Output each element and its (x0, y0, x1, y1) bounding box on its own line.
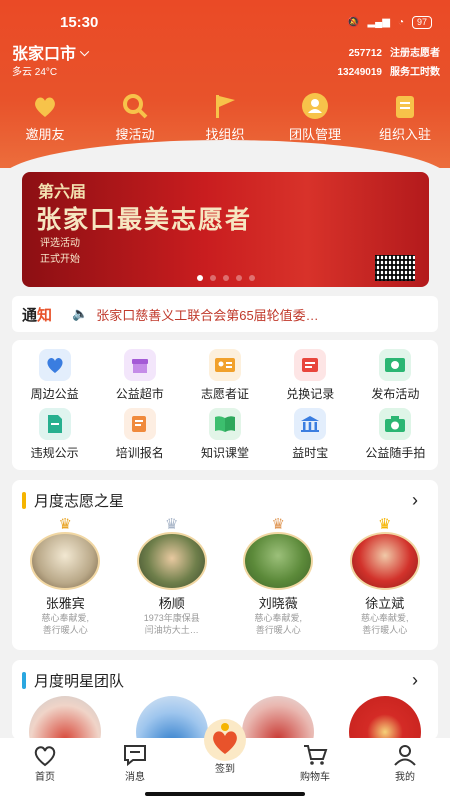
grid-exchange-records[interactable]: 兑换记录 (268, 346, 353, 405)
star-person[interactable]: ♛ 杨顺 1973年康保县 闫油坊大土… (127, 516, 217, 636)
tab-home[interactable]: 首页 (10, 742, 80, 783)
mute-icon: 🔕 (347, 16, 360, 28)
tab-checkin[interactable]: 签到 (190, 719, 260, 775)
search-icon (121, 92, 149, 120)
tab-messages[interactable]: 消息 (100, 742, 170, 783)
notice-text[interactable]: 张家口慈善义工联合会第65届轮值委… (96, 305, 376, 324)
tab-cart[interactable]: 购物车 (280, 742, 350, 783)
invite-icon (31, 92, 59, 120)
grid-time-bank[interactable]: 益时宝 (268, 405, 353, 464)
crown-icon: ♛ (165, 516, 179, 533)
id-card-icon (208, 349, 241, 381)
nav-org-join[interactable]: 组织入驻 (365, 92, 445, 143)
grid-nearby-charity[interactable]: 周边公益 (12, 346, 97, 405)
profile-icon (392, 742, 418, 768)
volunteer-label: 注册志愿者 (390, 48, 440, 59)
grid-training-signup[interactable]: 培训报名 (97, 405, 182, 464)
volunteer-count: 257712 (348, 48, 382, 59)
chevron-right-icon[interactable]: › (412, 670, 418, 691)
ticket-icon (294, 349, 327, 381)
city-name: 张家口市 (12, 46, 77, 63)
city-selector[interactable]: 张家口市 ⌵ (12, 40, 89, 64)
banner-subtitle-1: 评选活动 (40, 238, 80, 249)
feature-grid: 周边公益 公益超市 志愿者证 兑换记录 发布活动 违规公示 培训报名 知识课堂 … (12, 340, 438, 470)
notice-bar[interactable]: 通知 🔈 张家口慈善义工联合会第65届轮值委… (12, 296, 438, 332)
nav-invite[interactable]: 邀朋友 (5, 92, 85, 143)
nav-search-activity[interactable]: 搜活动 (95, 92, 175, 143)
star-list: ♛ 张雅宾 慈心奉献爱, 善行暖人心 ♛ 杨顺 1973年康保县 闫油坊大土… … (12, 516, 438, 636)
cart-icon (302, 742, 328, 768)
battery-icon: 97 (411, 15, 432, 29)
hours-count: 13249019 (337, 67, 383, 78)
grid-publish-activity[interactable]: 发布活动 (353, 346, 438, 405)
carousel-dots[interactable] (196, 275, 255, 281)
shop-icon (123, 349, 156, 381)
banner-title: 张家口最美志愿者 (36, 205, 253, 234)
avatar (136, 532, 207, 590)
star-person[interactable]: ♛ 张雅宾 慈心奉献爱, 善行暖人心 (20, 516, 110, 636)
chevron-right-icon[interactable]: › (412, 490, 418, 511)
weather: 多云 24°C (12, 67, 58, 78)
stats: 257712 注册志愿者 13249019 服务工时数 (338, 44, 441, 82)
star-person[interactable]: ♛ 刘晓薇 慈心奉献爱, 善行暖人心 (233, 516, 323, 636)
carousel-dot[interactable] (196, 275, 203, 281)
carousel-dot[interactable] (248, 275, 255, 281)
grid-volunteer-card[interactable]: 志愿者证 (182, 346, 267, 405)
carousel-dot[interactable] (209, 275, 216, 281)
crown-icon: ♛ (271, 516, 285, 533)
star-person[interactable]: ♛ 徐立斌 慈心奉献爱, 善行暖人心 (340, 516, 430, 636)
signal-icon: ▂▄▆ (367, 16, 390, 28)
checkin-icon (202, 719, 248, 761)
hours-label: 服务工时数 (390, 67, 440, 78)
carousel-dot[interactable] (222, 275, 229, 281)
grid-charity-snapshot[interactable]: 公益随手拍 (353, 405, 438, 464)
chevron-down-icon: ⌵ (80, 44, 90, 59)
camera-icon (379, 408, 412, 440)
carousel-dot[interactable] (235, 275, 242, 281)
document-icon (38, 408, 71, 440)
banner-subtitle-2: 正式开始 (40, 254, 80, 265)
promo-banner[interactable]: 第六届 张家口最美志愿者 评选活动 正式开始 (22, 172, 429, 287)
book-icon (208, 408, 241, 440)
section-title: 月度志愿之星 (34, 493, 125, 510)
edit-icon (123, 408, 156, 440)
status-time: 15:30 (60, 13, 99, 31)
tab-profile[interactable]: 我的 (370, 742, 440, 783)
team-item[interactable] (135, 696, 208, 740)
team-item[interactable] (242, 696, 315, 740)
bank-icon (294, 408, 327, 440)
qr-code-icon (375, 255, 415, 281)
crown-icon: ♛ (58, 516, 72, 533)
speaker-icon: 🔈 (72, 306, 89, 321)
grid-knowledge-class[interactable]: 知识课堂 (182, 405, 267, 464)
publish-icon (379, 349, 412, 381)
avatar (30, 532, 101, 590)
heart-hand-icon (38, 349, 71, 381)
team-item[interactable] (29, 696, 102, 740)
team-item[interactable] (348, 696, 421, 740)
clipboard-icon (391, 92, 419, 120)
monthly-star-card: 月度志愿之星 › ♛ 张雅宾 慈心奉献爱, 善行暖人心 ♛ 杨顺 1973年康保… (12, 480, 438, 650)
home-indicator (145, 792, 305, 796)
top-nav: 邀朋友 搜活动 找组织 团队管理 组织入驻 (0, 92, 450, 143)
flag-icon (211, 92, 239, 120)
team-icon (301, 92, 329, 120)
bottom-tab-bar: 首页 消息 签到 购物车 我的 (0, 719, 450, 800)
wifi-icon: ◔ (397, 16, 404, 28)
grid-charity-shop[interactable]: 公益超市 (97, 346, 182, 405)
notice-tag: 通知 (22, 306, 53, 324)
nav-find-org[interactable]: 找组织 (185, 92, 265, 143)
avatar (243, 532, 314, 590)
nav-team-manage[interactable]: 团队管理 (275, 92, 355, 143)
header: 15:30 🔕 ▂▄▆ ◔ 97 张家口市 ⌵ 多云 24°C 257712 注册… (0, 0, 450, 200)
crown-icon: ♛ (378, 516, 392, 533)
grid-violation-notice[interactable]: 违规公示 (12, 405, 97, 464)
status-bar: 15:30 🔕 ▂▄▆ ◔ 97 (60, 12, 432, 32)
avatar (349, 532, 420, 590)
message-icon (122, 742, 148, 768)
section-title: 月度明星团队 (34, 673, 125, 690)
home-heart-icon (32, 742, 58, 768)
banner-edition: 第六届 (38, 182, 87, 201)
